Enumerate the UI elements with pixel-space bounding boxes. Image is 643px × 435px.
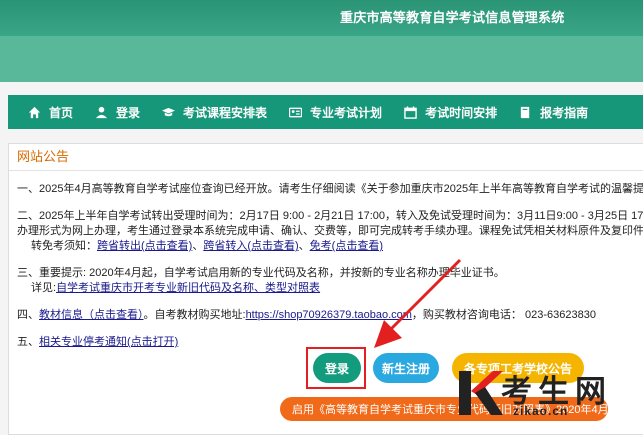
register-button[interactable]: 新生注册 — [373, 353, 439, 383]
transfer-in-link[interactable]: 跨省转入(点击查看) — [203, 240, 298, 252]
nav-exam-schedule[interactable]: 考试时间安排 — [404, 104, 497, 121]
site-title: 重庆市高等教育自学考试信息管理系统 — [340, 10, 565, 25]
notice-line-4: 四、教材信息（点击查看）。自考教材购买地址:https://shop709263… — [17, 308, 643, 323]
book-icon — [520, 106, 530, 118]
graduation-cap-icon — [162, 107, 176, 116]
notice-line-2c: 转免考须知：跨省转出(点击查看)、跨省转入(点击查看)、免考(点击查看) — [17, 239, 643, 254]
nav-exam-courses-label: 考试课程安排表 — [183, 105, 268, 120]
transfer-notice-prefix: 转免考须知： — [31, 240, 97, 252]
user-icon — [95, 106, 108, 118]
notice-line-3b: 详见:自学考试重庆市开考专业新旧代码及名称、类型对照表 — [17, 281, 643, 296]
nav-login[interactable]: 登录 — [95, 104, 140, 121]
stop-prefix: 五、 — [17, 336, 39, 348]
separator: 、 — [192, 240, 204, 252]
nav-major-plan[interactable]: 专业考试计划 — [289, 104, 382, 121]
nav-exam-schedule-label: 考试时间安排 — [425, 105, 498, 120]
k-logo-icon — [459, 371, 503, 415]
home-icon — [28, 106, 41, 118]
nav-login-label: 登录 — [116, 105, 141, 120]
nav-guide-label: 报考指南 — [540, 105, 589, 120]
transfer-out-link[interactable]: 跨省转出(点击查看) — [97, 240, 192, 252]
textbook-link[interactable]: 教材信息（点击查看） — [39, 309, 144, 321]
textbook-prefix: 四、 — [17, 309, 39, 321]
notice-body: 一、2025年4月高等教育自学考试座位查询已经开放。请考生仔细阅读《关于参加重庆… — [9, 182, 643, 350]
header-band — [0, 36, 643, 82]
stop-notice-link[interactable]: 相关专业停考通知(点击打开) — [39, 336, 178, 348]
id-card-icon — [289, 107, 303, 117]
notice-line-2b: 办理形式为网上办理，考生通过登录本系统完成申请、确认、交费等，即可完成转考手续办… — [17, 225, 643, 237]
notice-line-1: 一、2025年4月高等教育自学考试座位查询已经开放。请考生仔细阅读《关于参加重庆… — [17, 183, 643, 195]
major-table-link[interactable]: 自学考试重庆市开考专业新旧代码及名称、类型对照表 — [56, 282, 320, 294]
watermark-en: zikao.cn — [513, 404, 569, 418]
separator: 、 — [298, 240, 310, 252]
login-button[interactable]: 登录 — [313, 353, 361, 383]
textbook-mid: 。自考教材购买地址: — [143, 309, 246, 321]
notice-line-3: 三、重要提示: 2020年4月起，自学考试启用新的专业代码及名称，并按新的专业名… — [17, 267, 505, 279]
notice-heading: 网站公告 — [9, 144, 643, 171]
nav-guide[interactable]: 报考指南 — [519, 104, 588, 121]
nav-major-plan-label: 专业考试计划 — [310, 105, 383, 120]
notice-line-2a: 二、2025年上半年自学考试转出受理时间为：2月17日 9:00 - 2月21日… — [17, 210, 643, 222]
major-prefix: 详见: — [31, 282, 57, 294]
main-nav: 首页 登录 考试课程安排表 专业考试计划 考试时间安排 报考指南 — [8, 95, 643, 129]
watermark-logo: 考生网 zikao.cn — [455, 365, 640, 421]
nav-home[interactable]: 首页 — [28, 104, 73, 121]
calendar-icon — [404, 105, 417, 119]
nav-home-label: 首页 — [49, 105, 74, 120]
header: 重庆市高等教育自学考试信息管理系统 — [0, 0, 643, 82]
red-arrow-annotation — [374, 258, 462, 348]
nav-exam-courses[interactable]: 考试课程安排表 — [162, 104, 267, 121]
